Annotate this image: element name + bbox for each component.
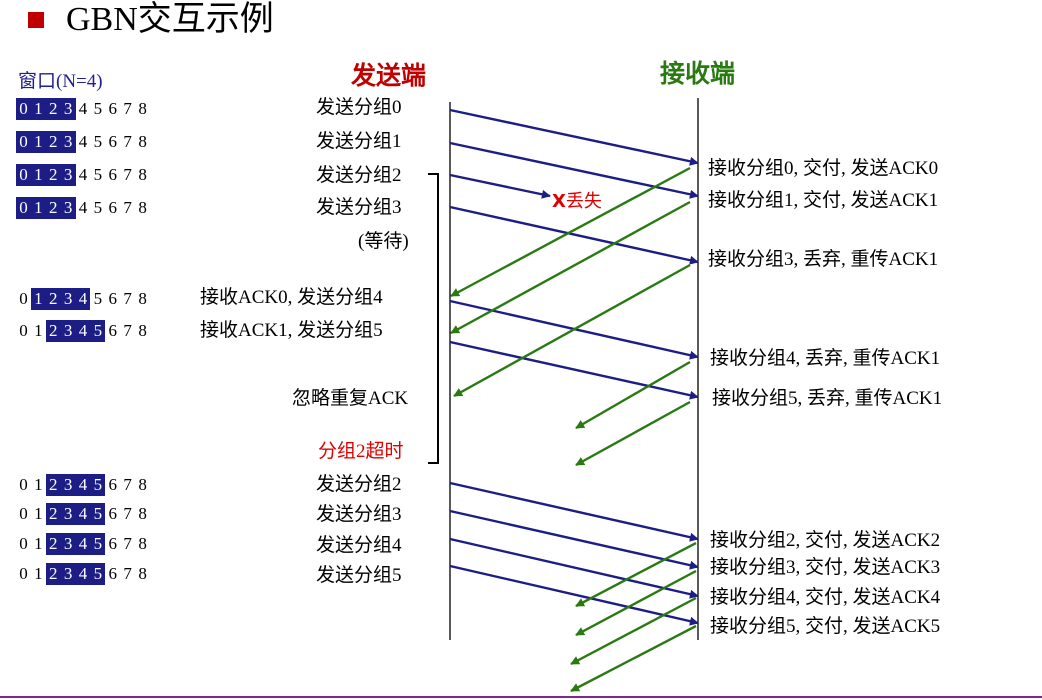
packet-arrow [449,340,699,400]
ack-arrow [450,166,691,298]
ack-arrow [575,360,691,430]
ack-arrow [575,400,691,467]
timeline-diagram [0,98,1042,698]
packet-arrow [449,481,699,542]
packet-arrow [449,108,699,166]
ack-arrow [453,263,691,398]
timeout-bracket [428,173,439,464]
ack-arrow [450,200,691,335]
packet-arrow [449,509,699,570]
packet-arrow-lost [449,173,551,199]
packet-arrow [449,205,699,265]
packet-arrow [449,537,699,599]
packet-arrow [449,564,699,626]
packet-arrow [449,141,699,199]
ack-arrow [570,624,697,693]
